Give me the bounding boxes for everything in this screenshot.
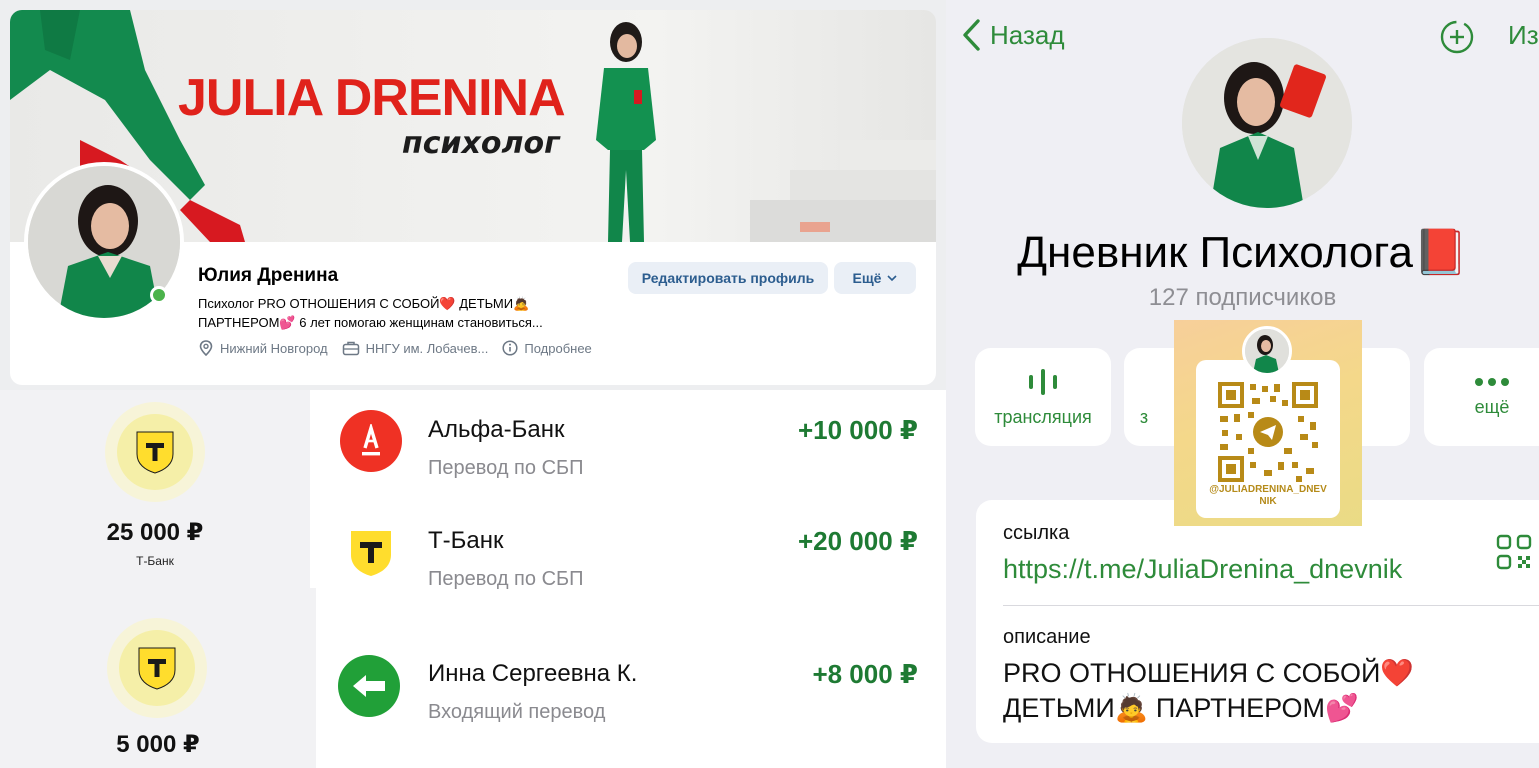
briefcase-icon: [342, 341, 359, 356]
broadcast-button[interactable]: трансляция: [975, 348, 1111, 446]
location-pin-icon: [199, 340, 213, 356]
divider: [310, 588, 316, 768]
arrow-left-icon: [353, 675, 385, 697]
more-button[interactable]: Ещё: [834, 262, 916, 294]
profile-name: Юлия Дренина: [198, 265, 339, 286]
profile-description: Психолог PRO ОТНОШЕНИЯ С СОБОЙ❤️ ДЕТЬМИ🙇…: [198, 294, 578, 332]
chevron-left-icon: [963, 19, 980, 51]
tx-type-1: Перевод по СБП: [428, 457, 584, 479]
tx-amount-2: +20 000 ₽: [797, 526, 918, 556]
transactions-list: [310, 390, 946, 768]
more-actions-label: ещё: [1474, 396, 1510, 417]
t-bank-icon: [136, 431, 174, 474]
broadcast-icon: [1029, 368, 1057, 395]
qr-handle-line1: @JULIADRENINA_DNEV: [1209, 484, 1327, 495]
tx-type-2: Перевод по СБП: [428, 568, 584, 590]
profile-meta: Нижний Новгород ННГУ им. Лобачев... Подр…: [198, 340, 592, 356]
edit-button[interactable]: Изм: [1508, 20, 1539, 51]
tx-amount-3: +8 000 ₽: [812, 659, 918, 689]
cover-title: JULIA DRENINA: [178, 69, 566, 127]
meta-location[interactable]: Нижний Новгород: [198, 340, 328, 356]
tbank-tile-1[interactable]: [105, 402, 205, 502]
profile-description-line2: ПАРТНЕРОМ💕 6 лет помогаю женщинам станов…: [198, 315, 543, 330]
summary-amount-1: 25 000 ₽: [106, 519, 204, 546]
chevron-down-icon: [887, 275, 898, 282]
qr-code-card: @JULIADRENINA_DNEV NIK: [1174, 320, 1362, 526]
t-bank-shield: [351, 531, 391, 576]
more-dots-icon: [1475, 377, 1509, 386]
tx-amount-1: +10 000 ₽: [797, 415, 918, 445]
tx-name-2[interactable]: Т-Банк: [428, 527, 504, 555]
tbank-tile-2[interactable]: [107, 618, 207, 718]
cover-stairs: [750, 140, 936, 242]
vk-profile-panel: JULIA DRENINA психолог Юлия Дренина Псих…: [0, 0, 946, 390]
alfa-letter-icon: [362, 424, 380, 456]
qr-avatar: [1242, 326, 1292, 376]
qr-code-icon[interactable]: [1496, 534, 1532, 570]
cover-figure-standing: [596, 22, 656, 242]
tx-name-1[interactable]: Альфа-Банк: [428, 416, 564, 444]
channel-avatar[interactable]: [1182, 38, 1352, 208]
bank-summary-column: 25 000 ₽ Т-Банк 5 000 ₽: [0, 390, 314, 768]
edit-profile-button[interactable]: Редактировать профиль: [628, 262, 828, 294]
channel-avatar-photo: [1182, 38, 1352, 208]
qr-handle-line2: NIK: [1259, 496, 1277, 507]
add-member-icon[interactable]: [1440, 20, 1474, 54]
back-button[interactable]: Назад: [960, 18, 1065, 52]
info-icon: [502, 340, 518, 356]
channel-link[interactable]: https://t.me/JuliaDrenina_dnevnik: [1003, 554, 1402, 585]
profile-description-line1: Психолог PRO ОТНОШЕНИЯ С СОБОЙ❤️ ДЕТЬМИ🙇: [198, 296, 530, 311]
tx-type-3: Входящий перевод: [428, 701, 606, 723]
summary-bank-1: Т-Банк: [136, 554, 174, 568]
channel-info-card: ссылка https://t.me/JuliaDrenina_dnevnik…: [976, 500, 1539, 743]
more-actions-button[interactable]: ещё: [1424, 348, 1539, 446]
qr-handle: @JULIADRENINA_DNEV NIK: [1174, 484, 1362, 508]
t-bank-icon: [138, 647, 176, 690]
location-text: Нижний Новгород: [220, 340, 328, 356]
alfa-bank-icon: [340, 410, 402, 472]
details-text: Подробнее: [524, 340, 592, 356]
description-label: описание: [1003, 626, 1091, 648]
meta-details[interactable]: Подробнее: [502, 340, 592, 356]
broadcast-label: трансляция: [994, 406, 1092, 427]
t-bank-icon: [340, 522, 402, 584]
channel-description-line1: PRO ОТНОШЕНИЯ С СОБОЙ❤️: [1003, 658, 1415, 688]
summary-amount-2: 5 000 ₽: [116, 731, 200, 758]
info-divider: [1003, 605, 1539, 606]
incoming-transfer-icon: [338, 655, 400, 717]
education-text: ННГУ им. Лобачев...: [365, 340, 489, 356]
channel-description-line2: ДЕТЬМИ🙇 ПАРТНЕРОМ💕: [1003, 693, 1359, 723]
tx-name-3[interactable]: Инна Сергеевна К.: [428, 660, 637, 688]
back-label: Назад: [990, 19, 1065, 50]
channel-title: Дневник Психолога📕: [1017, 228, 1468, 277]
more-button-label: Ещё: [852, 270, 882, 286]
link-label: ссылка: [1003, 522, 1070, 544]
meta-education[interactable]: ННГУ им. Лобачев...: [342, 340, 489, 356]
online-status-dot: [150, 286, 168, 304]
channel-description: PRO ОТНОШЕНИЯ С СОБОЙ❤️ ДЕТЬМИ🙇 ПАРТНЕРО…: [1003, 656, 1414, 726]
qr-avatar-photo: [1245, 329, 1289, 373]
cover-subtitle: психолог: [402, 126, 560, 161]
subscriber-count: 127 подписчиков: [1148, 284, 1337, 311]
action-label-2: з: [1139, 406, 1149, 427]
qr-code-image: [1218, 382, 1318, 482]
